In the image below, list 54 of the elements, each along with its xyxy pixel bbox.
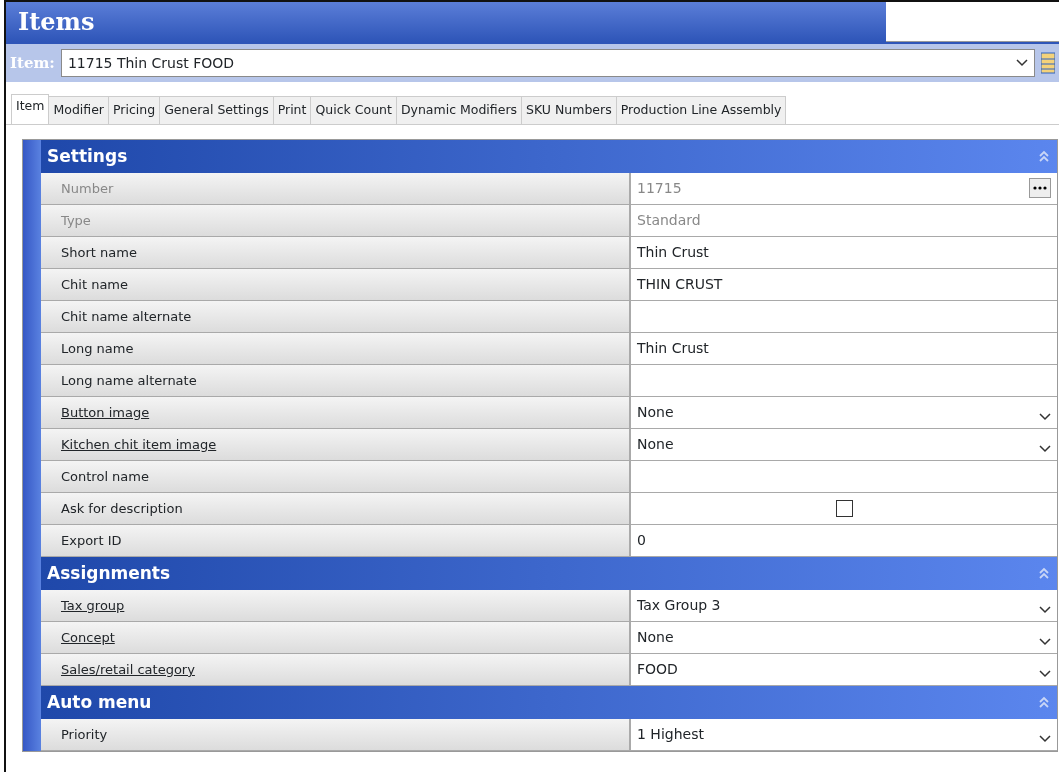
- property-value: None: [637, 627, 674, 647]
- tab[interactable]: Production Line Assembly: [615, 96, 787, 124]
- property-label: Long name: [41, 332, 631, 364]
- property-value: 0: [637, 530, 646, 550]
- property-value: Thin Crust: [637, 242, 709, 262]
- tab[interactable]: Pricing: [108, 96, 161, 124]
- table-icon[interactable]: [1041, 51, 1055, 75]
- chevron-down-icon[interactable]: [1039, 638, 1051, 647]
- property-label: Short name: [41, 236, 631, 268]
- tab[interactable]: Dynamic Modifiers: [395, 96, 523, 124]
- property-label: Long name alternate: [41, 364, 631, 396]
- tab[interactable]: General Settings: [159, 96, 274, 124]
- property-value: 1 Highest: [637, 724, 704, 744]
- property-label: Control name: [41, 460, 631, 492]
- property-value: FOOD: [637, 659, 678, 679]
- property-link[interactable]: Concept: [41, 621, 631, 653]
- property-value: None: [637, 402, 674, 422]
- property-value: Thin Crust: [637, 338, 709, 358]
- property-link[interactable]: Sales/retail category: [41, 653, 631, 685]
- property-link[interactable]: Tax group: [41, 589, 631, 621]
- chevron-down-icon[interactable]: [1039, 606, 1051, 615]
- chevron-down-icon[interactable]: [1039, 670, 1051, 679]
- tab[interactable]: Quick Count: [310, 96, 397, 124]
- section-title: Settings: [47, 144, 128, 168]
- property-label: Number: [41, 172, 631, 204]
- property-label: Priority: [41, 718, 631, 750]
- property-label: Chit name: [41, 268, 631, 300]
- item-label: Item:: [10, 52, 55, 74]
- property-link[interactable]: Button image: [41, 396, 631, 428]
- property-value: Tax Group 3: [637, 595, 721, 615]
- property-value: THIN CRUST: [637, 274, 723, 294]
- property-link[interactable]: Kitchen chit item image: [41, 428, 631, 460]
- section-title: Auto menu: [47, 690, 152, 714]
- tab[interactable]: Print: [272, 96, 312, 124]
- chevron-down-icon[interactable]: [1039, 445, 1051, 454]
- tab[interactable]: SKU Numbers: [521, 96, 617, 124]
- property-value: None: [637, 434, 674, 454]
- property-label: Ask for description: [41, 492, 631, 524]
- property-value: Standard: [637, 210, 701, 230]
- chevron-down-icon: [1016, 59, 1028, 67]
- window-title: Items: [6, 2, 886, 42]
- checkbox[interactable]: [835, 499, 853, 517]
- property-value: 11715: [637, 178, 682, 198]
- property-label: Chit name alternate: [41, 300, 631, 332]
- chevron-down-icon[interactable]: [1039, 735, 1051, 744]
- ellipsis-icon: [1033, 186, 1047, 191]
- item-dropdown[interactable]: 11715 Thin Crust FOOD: [60, 49, 1035, 77]
- tab[interactable]: Item: [11, 94, 50, 124]
- property-label: Type: [41, 204, 631, 236]
- section-title: Assignments: [47, 561, 171, 585]
- property-label: Export ID: [41, 524, 631, 556]
- tab[interactable]: Modifier: [48, 96, 109, 124]
- chevron-down-icon[interactable]: [1039, 413, 1051, 422]
- ellipsis-button[interactable]: [1029, 178, 1051, 199]
